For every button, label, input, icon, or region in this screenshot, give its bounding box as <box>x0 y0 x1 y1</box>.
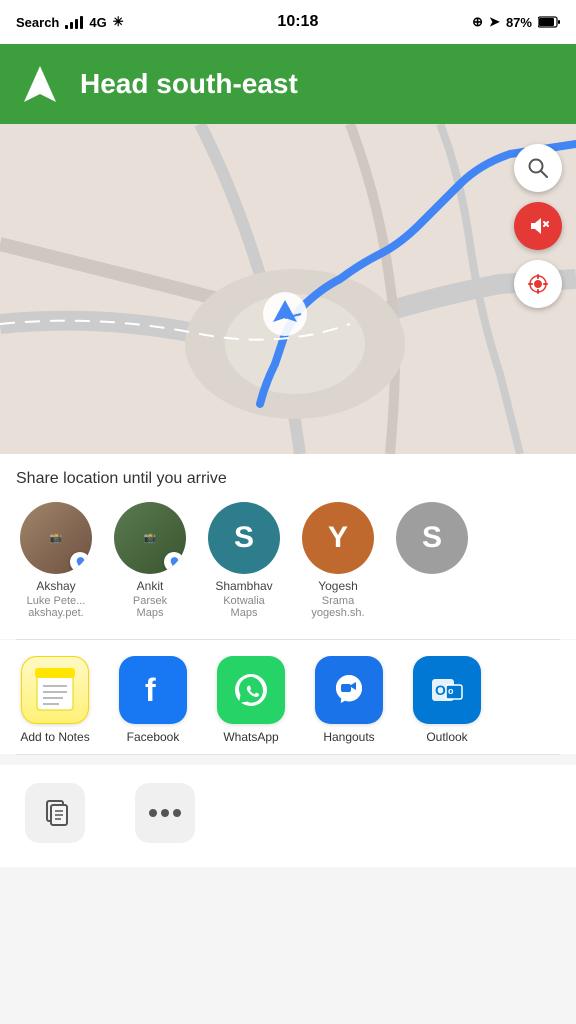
share-title: Share location until you arrive <box>16 470 560 488</box>
facebook-app-icon: f <box>119 656 187 724</box>
mute-button[interactable] <box>514 202 562 250</box>
whatsapp-app-icon <box>217 656 285 724</box>
contact-name-akshay: Akshay <box>36 579 75 595</box>
contacts-row: 📸 Akshay Luke Pete... akshay.pet. 📸 Anki… <box>16 502 560 629</box>
notes-app-label: Add to Notes <box>20 730 89 744</box>
svg-text:o: o <box>448 686 454 696</box>
app-outlook[interactable]: O o Outlook <box>402 656 492 744</box>
contact-name-yogesh: Yogesh <box>318 579 358 595</box>
app-notes[interactable]: Add to Notes <box>10 656 100 744</box>
hangouts-app-label: Hangouts <box>323 730 374 744</box>
contact-sub2-ankit: Maps <box>137 607 164 619</box>
copy-icon-container <box>25 783 85 843</box>
contact-yogesh[interactable]: Y Yogesh Srama yogesh.sh. <box>298 502 378 619</box>
search-text: Search <box>16 15 59 30</box>
svg-text:O: O <box>435 682 446 698</box>
time-display: 10:18 <box>277 13 318 31</box>
app-whatsapp[interactable]: WhatsApp <box>206 656 296 744</box>
location-arrow-icon: ⊕ <box>472 14 483 30</box>
svg-text:f: f <box>145 672 156 708</box>
more-dots-icon-container <box>135 783 195 843</box>
contact-sub2-akshay: akshay.pet. <box>28 607 83 619</box>
contact-ankit[interactable]: 📸 Ankit Parsek Maps <box>110 502 190 619</box>
map-svg <box>0 124 576 454</box>
contact-sub-shambhav: Kotwalia <box>223 595 265 607</box>
apps-row: Add to Notes f Facebook WhatsApp <box>0 656 576 744</box>
share-section: Share location until you arrive 📸 Akshay… <box>0 454 576 639</box>
status-right: ⊕ ➤ 87% <box>472 14 560 30</box>
contact-sub-ankit: Parsek <box>133 595 167 607</box>
more-options-item[interactable] <box>130 783 200 849</box>
signal-bars <box>65 16 83 29</box>
status-bar: Search 4G ✳ 10:18 ⊕ ➤ 87% <box>0 0 576 44</box>
app-hangouts[interactable]: Hangouts <box>304 656 394 744</box>
app-facebook[interactable]: f Facebook <box>108 656 198 744</box>
outlook-app-icon: O o <box>413 656 481 724</box>
notes-app-icon <box>21 656 89 724</box>
contact-sub-yogesh: Srama <box>322 595 354 607</box>
whatsapp-app-label: WhatsApp <box>223 730 278 744</box>
search-map-button[interactable] <box>514 144 562 192</box>
contact-akshay[interactable]: 📸 Akshay Luke Pete... akshay.pet. <box>16 502 96 619</box>
divider-2 <box>16 754 560 755</box>
battery-icon <box>538 16 560 28</box>
map-area <box>0 124 576 454</box>
hangouts-app-icon <box>315 656 383 724</box>
facebook-app-label: Facebook <box>127 730 180 744</box>
battery-percent: 87% <box>506 15 532 30</box>
contact-sub2-yogesh: yogesh.sh. <box>311 607 364 619</box>
status-left: Search 4G ✳ <box>16 14 124 30</box>
copy-item[interactable] <box>20 783 90 849</box>
nav-header: Head south-east <box>0 44 576 124</box>
my-location-button[interactable] <box>514 260 562 308</box>
contact-name-ankit: Ankit <box>137 579 164 595</box>
apps-section: Add to Notes f Facebook WhatsApp <box>0 640 576 754</box>
contact-s2[interactable]: S <box>392 502 472 619</box>
more-section <box>0 765 576 867</box>
contact-sub-akshay: Luke Pete... <box>27 595 86 607</box>
nav-instruction: Head south-east <box>80 68 298 100</box>
contact-name-shambhav: Shambhav <box>215 579 272 595</box>
signal-icon: ✳ <box>113 14 124 30</box>
gps-icon: ➤ <box>489 14 500 30</box>
contact-sub2-shambhav: Maps <box>231 607 258 619</box>
map-action-buttons <box>514 144 562 308</box>
nav-direction-arrow <box>20 64 60 104</box>
contact-shambhav[interactable]: S Shambhav Kotwalia Maps <box>204 502 284 619</box>
outlook-app-label: Outlook <box>426 730 467 744</box>
network-type: 4G <box>89 15 106 30</box>
